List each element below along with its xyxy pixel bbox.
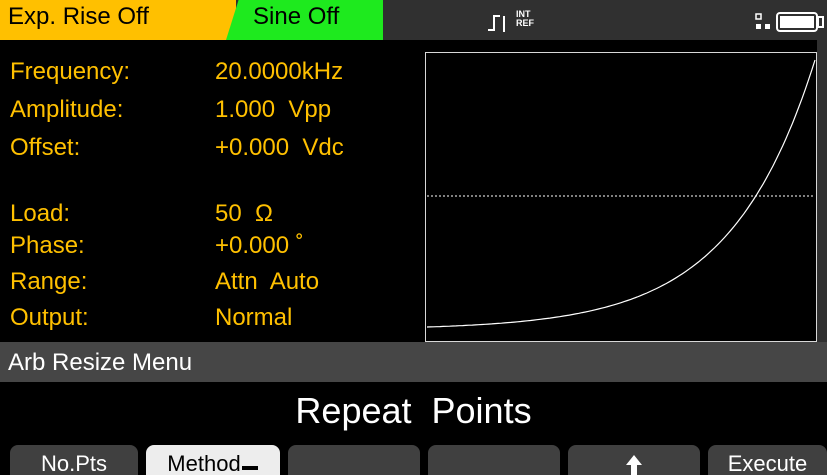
waveform-plot [426,59,816,328]
battery-icon [776,12,824,32]
softkey-execute[interactable]: Execute [708,445,827,475]
frequency-label: Frequency: [10,58,131,85]
phase-value: +0.000 ˚ [215,232,304,259]
softkey-3[interactable] [288,445,420,475]
softkey-no-pts[interactable]: No.Pts [10,445,138,475]
output-label: Output: [10,304,89,331]
range-value: Attn Auto [215,268,320,295]
up-arrow-icon [626,455,642,475]
selected-method-value: Repeat Points [295,390,532,431]
load-label: Load: [10,200,71,227]
parameter-panel: Frequency: 20.0000kHz Amplitude: 1.000 V… [0,52,420,342]
offset-label: Offset: [10,134,81,161]
channel2-status-label: Sine Off [253,3,340,30]
network-icon [755,13,770,29]
offset-value: +0.000 Vdc [215,134,344,161]
clock-reference-indicator: INT REF [516,9,534,28]
softkey-up[interactable] [568,445,700,475]
amplitude-label: Amplitude: [10,96,124,123]
amplitude-value: 1.000 Vpp [215,96,332,123]
phase-label: Phase: [10,232,85,259]
side-strip [817,40,827,345]
frequency-value: 20.0000kHz [215,58,344,85]
load-value: 50 Ω [215,200,273,227]
softkey-row: No.Pts Method Execute [0,445,827,475]
menu-title: Arb Resize Menu [8,349,193,376]
channel1-status-label: Exp. Rise Off [8,3,149,30]
softkey-4[interactable] [428,445,560,475]
chevron-down-icon [241,466,258,470]
range-label: Range: [10,268,88,295]
trigger-edge-icon [488,15,505,32]
waveform-trace [426,59,816,328]
output-value: Normal [215,304,293,331]
softkey-method[interactable]: Method [146,445,280,475]
